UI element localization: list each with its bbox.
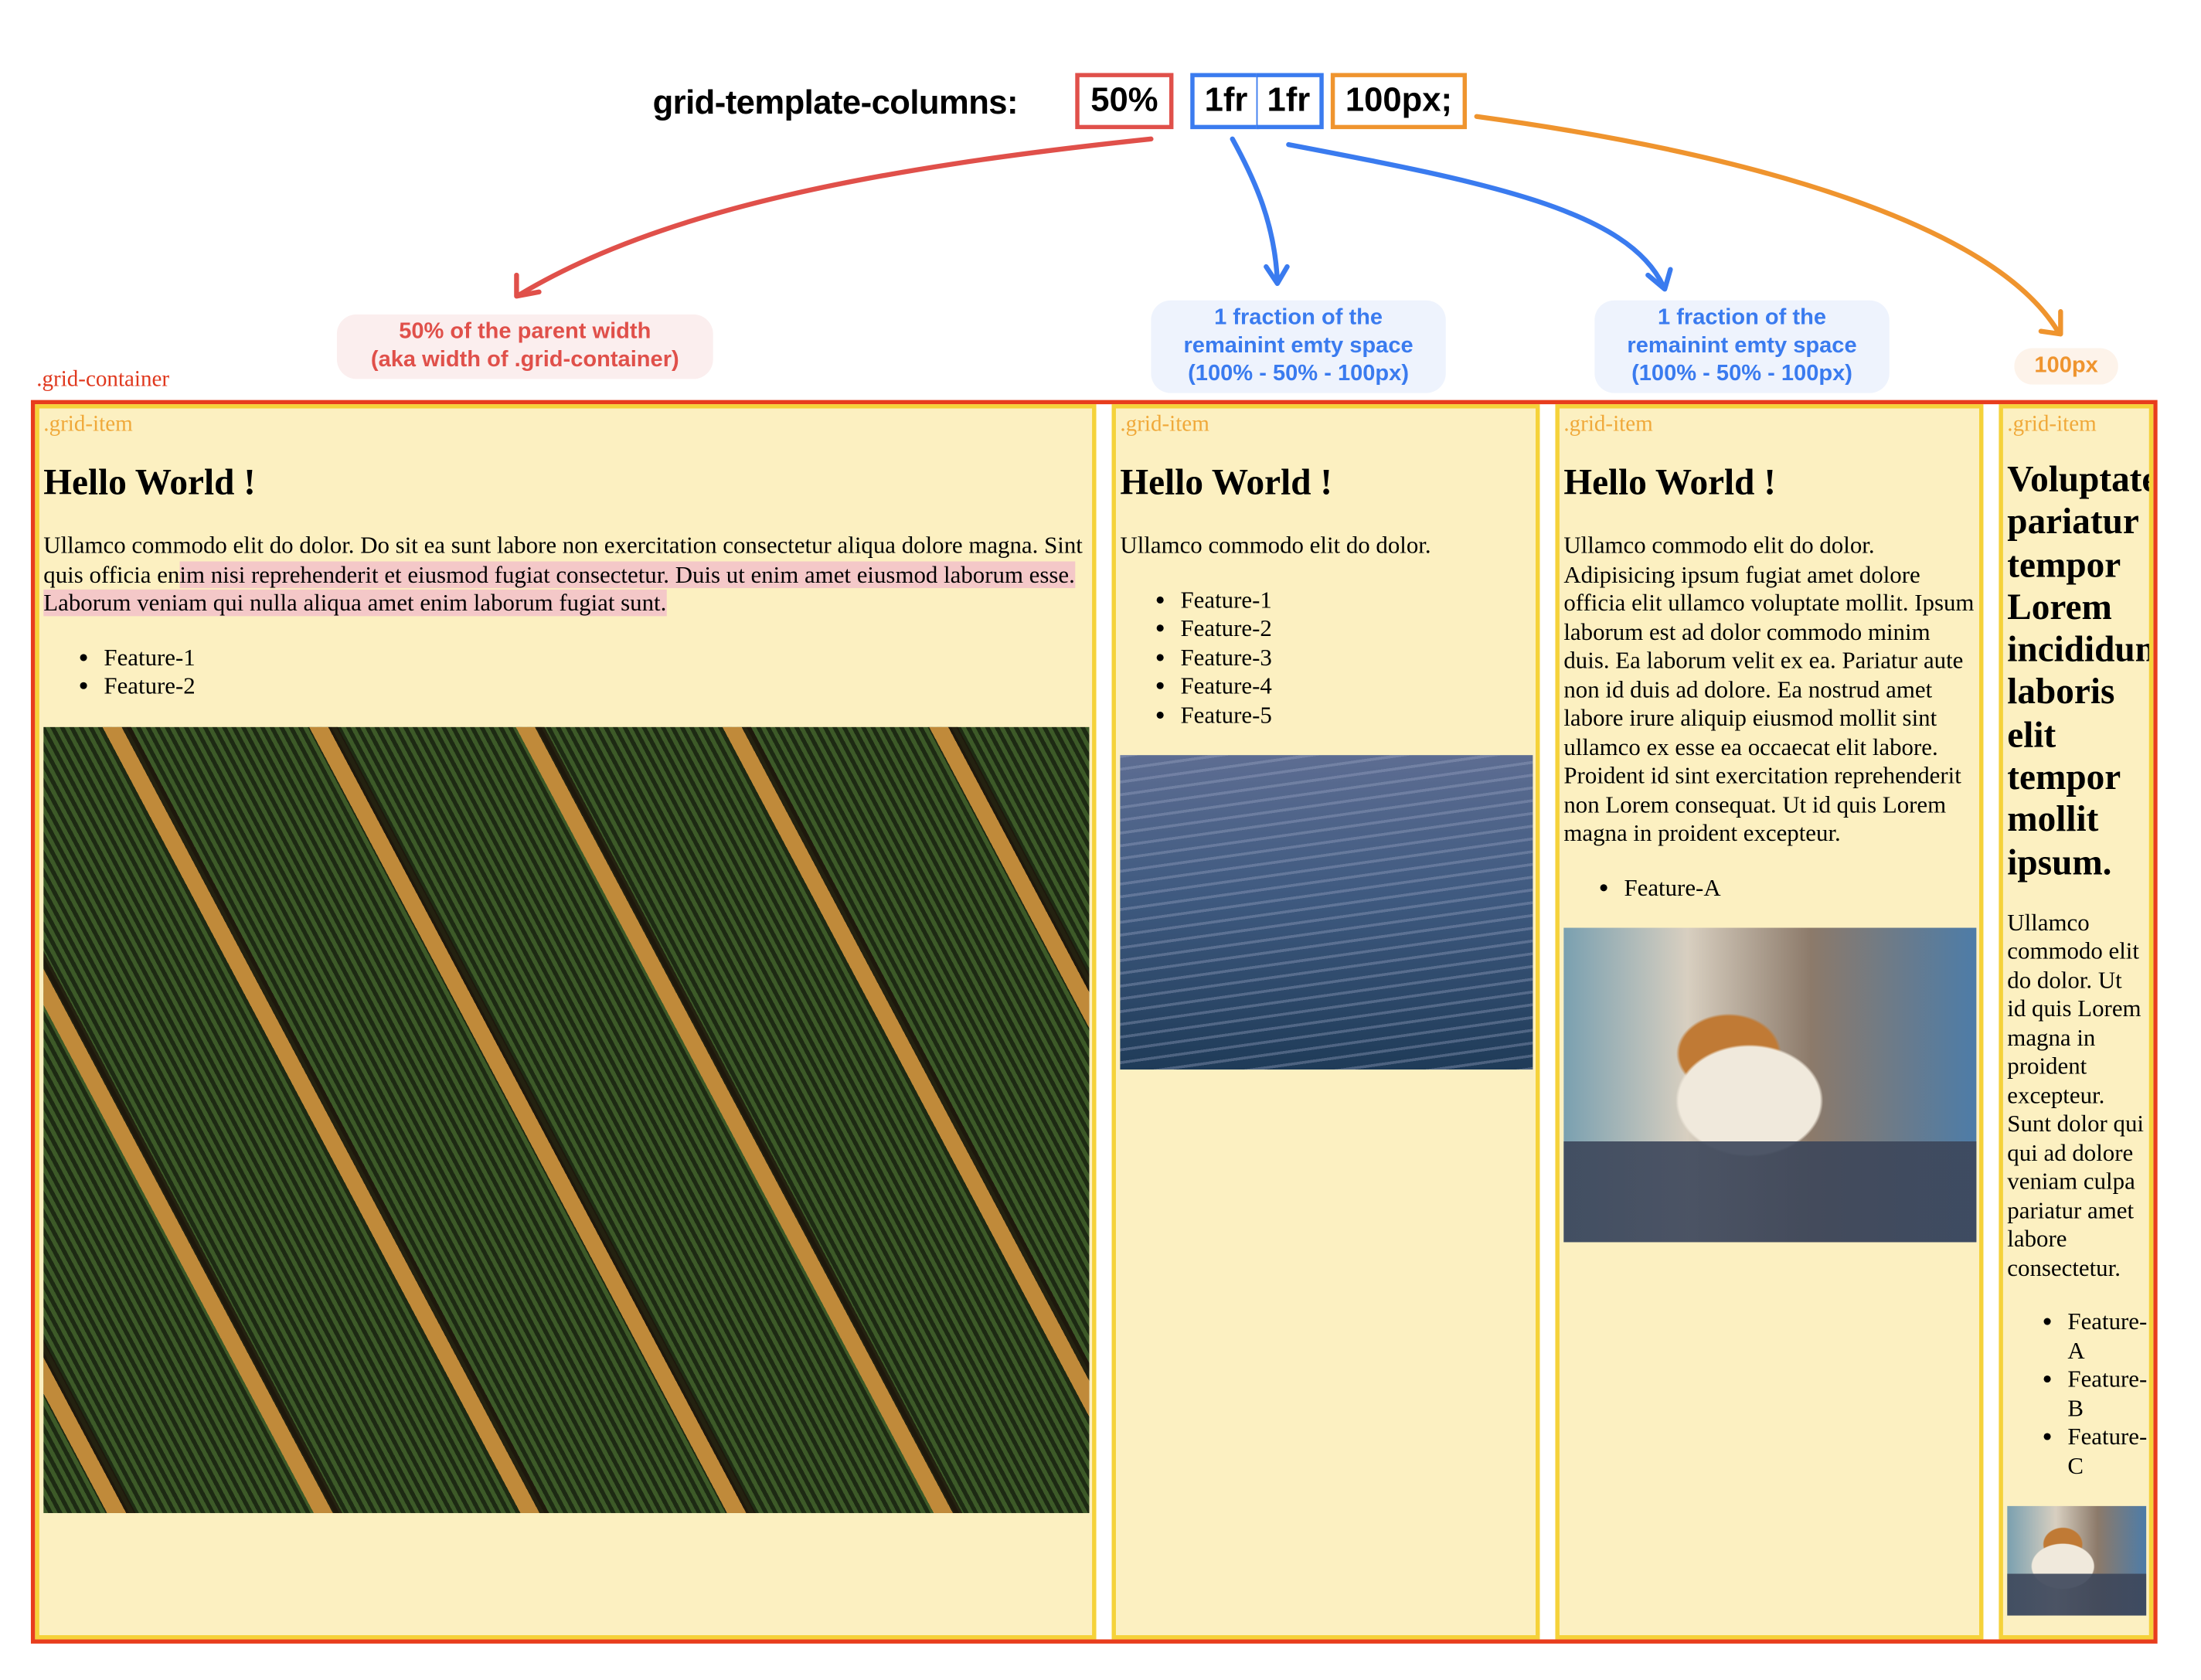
value-box-1fr-first: 1fr [1190, 73, 1260, 130]
feature-item: Feature-4 [1181, 672, 1533, 701]
blue-arrowhead-1-icon [1264, 264, 1290, 287]
aerial-field-image [43, 726, 1090, 1513]
feature-item: Feature-A [2067, 1309, 2147, 1366]
property-label: grid-template-columns: [652, 83, 1019, 123]
annotation-line: (aka width of .grid-container) [370, 348, 679, 372]
annotation-50-percent: 50% of the parent width (aka width of .g… [336, 314, 713, 379]
annotation-line: 50% of the parent width [399, 320, 651, 344]
grid-item-2: .grid-item Hello World ! Ullamco commodo… [1111, 404, 1540, 1640]
item-heading: Hello World ! [1120, 461, 1333, 503]
feature-item: Feature-2 [1181, 615, 1533, 644]
grid-item-4: .grid-item Voluptate pariatur tempor Lor… [1999, 404, 2154, 1640]
grid-item-3: .grid-item Hello World ! Ullamco commodo… [1555, 404, 1984, 1640]
feature-item: Feature-1 [104, 644, 1089, 672]
annotation-line: remainint emty space [1183, 334, 1413, 359]
annotation-line: (100% - 50% - 100px) [1631, 362, 1852, 386]
feature-list: Feature-A [1563, 874, 1976, 903]
feature-list: Feature-1 Feature-2 [43, 644, 1089, 701]
feature-list: Feature-A Feature-B Feature-C [2007, 1309, 2147, 1481]
annotation-1fr-second: 1 fraction of the remainint emty space (… [1594, 300, 1890, 393]
item-paragraph: Ullamco commodo elit do dolor. Ut id qui… [2007, 909, 2145, 1282]
annotation-1fr-first: 1 fraction of the remainint emty space (… [1151, 300, 1446, 393]
item-paragraph: Ullamco commodo elit do dolor. [1120, 532, 1431, 559]
annotation-100px: 100px [2014, 348, 2118, 385]
sailboat-thumbnail-image [2007, 1506, 2147, 1617]
red-arrowhead-icon [514, 272, 542, 299]
sailboat-image [1563, 927, 1977, 1243]
blue-arrow-1 [1230, 136, 1281, 284]
orange-arrowhead-icon [2038, 309, 2063, 337]
grid-item-label: .grid-item [1120, 412, 1209, 437]
grid-item-label: .grid-item [43, 412, 133, 437]
feature-item: Feature-2 [104, 672, 1089, 701]
annotation-line: remainint emty space [1627, 334, 1857, 359]
annotation-line: 1 fraction of the [1658, 305, 1827, 330]
feature-list: Feature-1 Feature-2 Feature-3 Feature-4 … [1120, 586, 1533, 729]
orange-arrow [1474, 114, 2060, 334]
red-arrow [516, 136, 1154, 298]
feature-item: Feature-1 [1181, 586, 1533, 614]
item-paragraph: Ullamco commodo elit do dolor. Adipisici… [1563, 532, 1975, 847]
value-box-100px: 100px; [1330, 73, 1468, 130]
annotation-line: 100px [2034, 353, 2098, 378]
grid-container-label: .grid-container [36, 367, 170, 392]
blue-arrowhead-2-icon [1645, 267, 1673, 292]
item-heading: Hello World ! [1563, 461, 1776, 503]
feature-item: Feature-5 [1181, 701, 1533, 729]
grid-container: .grid-item Hello World ! Ullamco commodo… [30, 400, 2158, 1644]
value-box-50-percent: 50% [1075, 73, 1174, 130]
grid-item-label: .grid-item [1563, 412, 1653, 437]
grid-item-1: .grid-item Hello World ! Ullamco commodo… [35, 404, 1097, 1640]
value-box-1fr-second: 1fr [1256, 73, 1324, 130]
feature-item: Feature-B [2067, 1366, 2147, 1423]
sea-water-image [1120, 755, 1533, 1070]
annotation-line: (100% - 50% - 100px) [1188, 362, 1410, 386]
blue-arrow-2 [1286, 141, 1666, 289]
grid-template-columns-code: grid-template-columns: 50% 1fr 1fr 100px… [0, 73, 2201, 138]
feature-item: Feature-C [2067, 1424, 2147, 1481]
item-paragraph: Ullamco commodo elit do dolor. Do sit ea… [43, 532, 1089, 618]
item-heading: Hello World ! [43, 461, 256, 503]
grid-item-label: .grid-item [2007, 412, 2097, 437]
feature-item: Feature-3 [1181, 644, 1533, 672]
annotation-line: 1 fraction of the [1214, 305, 1383, 330]
selected-text-highlight: im nisi reprehenderit et eiusmod fugiat … [43, 560, 1075, 617]
item-heading: Voluptate pariatur tempor Lorem incididu… [2007, 458, 2154, 883]
feature-item: Feature-A [1624, 874, 1976, 903]
